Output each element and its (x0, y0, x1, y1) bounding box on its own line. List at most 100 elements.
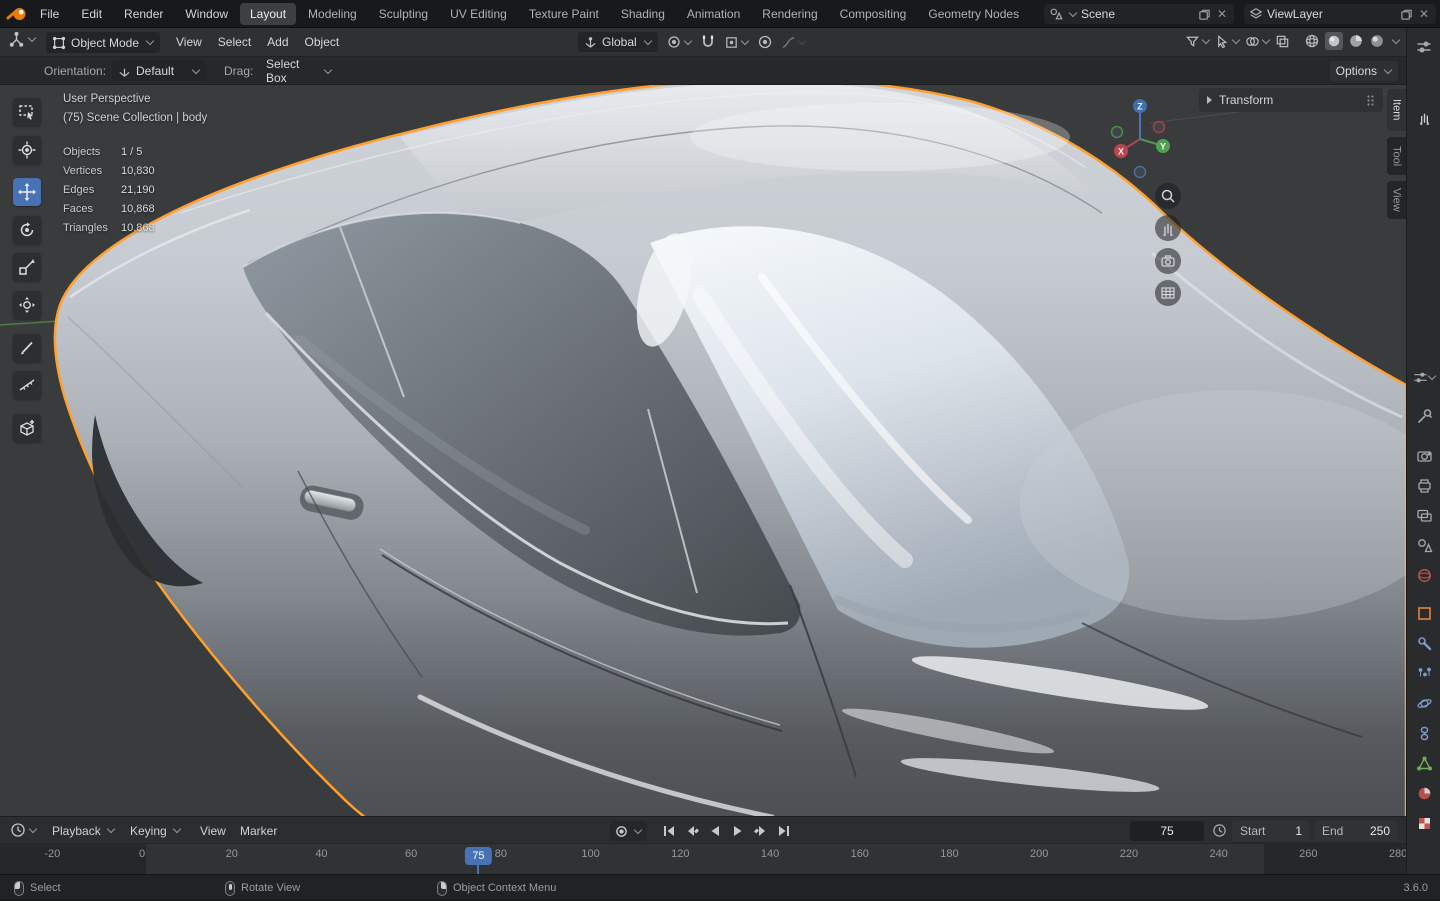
close-icon[interactable]: ✕ (1215, 8, 1229, 20)
tool-cursor[interactable] (13, 136, 41, 164)
orientation-dropdown[interactable]: Default (112, 61, 206, 81)
menu-playback[interactable]: Playback (44, 820, 123, 841)
new-view-layer-icon[interactable] (1400, 8, 1413, 21)
jump-to-start-button[interactable] (658, 820, 679, 841)
current-frame-field[interactable]: 75 (1130, 821, 1204, 841)
menu-marker[interactable]: Marker (232, 820, 285, 841)
tool-transform[interactable] (13, 291, 41, 319)
ortho-toggle-button[interactable] (1155, 280, 1181, 306)
tab-view-layer-properties[interactable] (1414, 504, 1434, 526)
snap-target-dropdown[interactable] (724, 35, 749, 50)
menu-keying[interactable]: Keying (122, 820, 189, 841)
tab-particle-properties[interactable] (1414, 662, 1434, 684)
viewport-canvas[interactable] (0, 85, 1406, 816)
tab-rendering[interactable]: Rendering (752, 3, 827, 25)
prev-keyframe-button[interactable] (681, 820, 702, 841)
tab-output-properties[interactable] (1414, 474, 1434, 496)
menu-file[interactable]: File (30, 4, 69, 24)
tab-shading[interactable]: Shading (611, 3, 675, 25)
tool-scale[interactable] (13, 253, 41, 281)
menu-add[interactable]: Add (259, 31, 296, 53)
close-icon[interactable]: ✕ (1417, 8, 1431, 20)
scene-selector[interactable]: Scene ✕ (1044, 4, 1234, 24)
properties-tab-selector[interactable] (1413, 366, 1436, 388)
menu-select[interactable]: Select (210, 31, 259, 53)
tab-layout[interactable]: Layout (240, 3, 297, 25)
menu-view[interactable]: View (168, 31, 210, 53)
next-keyframe-button[interactable] (750, 820, 771, 841)
sidebar-tab-tool[interactable]: Tool (1387, 137, 1406, 175)
falloff-dropdown[interactable] (781, 35, 806, 50)
show-gizmo-dropdown[interactable] (1215, 34, 1241, 49)
playhead-chip[interactable]: 75 (465, 847, 492, 865)
tab-animation[interactable]: Animation (677, 3, 750, 25)
menu-render[interactable]: Render (114, 4, 173, 24)
show-overlays-dropdown[interactable] (1245, 34, 1271, 49)
hand-icon[interactable] (1414, 106, 1434, 128)
view-layer-selector[interactable]: ViewLayer ✕ (1244, 4, 1436, 24)
transform-orientation-dropdown[interactable]: Global (578, 32, 658, 52)
sidebar-tab-view[interactable]: View (1387, 181, 1406, 219)
proportional-editing-icon[interactable] (757, 34, 773, 50)
zoom-button[interactable] (1155, 183, 1181, 209)
tab-render-properties[interactable] (1414, 444, 1434, 466)
auto-keying-toggle[interactable] (610, 821, 647, 841)
camera-view-button[interactable] (1155, 248, 1181, 274)
tab-physics-properties[interactable] (1414, 692, 1434, 714)
snap-magnet-icon[interactable] (700, 34, 716, 50)
tab-modifier-properties[interactable] (1414, 632, 1434, 654)
tool-move[interactable] (13, 178, 41, 206)
drag-dropdown[interactable]: Select Box (260, 57, 338, 85)
tab-texture-properties[interactable] (1414, 812, 1434, 834)
tool-select-box[interactable] (13, 98, 41, 126)
shading-wireframe-icon[interactable] (1304, 33, 1320, 49)
shading-rendered-icon[interactable] (1369, 33, 1385, 49)
transform-panel-header[interactable]: Transform (1199, 88, 1383, 112)
tab-tool-properties[interactable] (1414, 405, 1434, 427)
menu-window[interactable]: Window (175, 4, 238, 24)
frame-end-field[interactable]: End 250 (1314, 821, 1398, 841)
menu-tl-view[interactable]: View (192, 820, 234, 841)
tool-measure[interactable] (13, 371, 41, 399)
timeline-ruler[interactable]: 75 -20 0 20 40 60 80 100 120 140 160 180 200 220 240 2… (0, 844, 1406, 874)
mode-selector[interactable]: Object Mode (46, 32, 161, 53)
tab-object-properties[interactable] (1414, 602, 1434, 624)
navigation-gizmo[interactable]: Z X Y (1100, 97, 1180, 181)
shading-material-icon[interactable] (1348, 33, 1364, 49)
properties-editor-icon[interactable] (1414, 36, 1434, 58)
xray-toggle-icon[interactable] (1275, 34, 1290, 49)
pan-button[interactable] (1155, 215, 1181, 241)
tab-compositing[interactable]: Compositing (830, 3, 917, 25)
shading-solid-button[interactable] (1325, 32, 1343, 50)
menu-object[interactable]: Object (297, 31, 348, 53)
object-visibility-dropdown[interactable] (1185, 34, 1211, 49)
tab-uv-editing[interactable]: UV Editing (440, 3, 517, 25)
tab-world-properties[interactable] (1414, 564, 1434, 586)
play-reverse-button[interactable] (704, 820, 725, 841)
options-dropdown[interactable]: Options (1329, 61, 1398, 81)
tab-scripting[interactable]: Scripting (1031, 3, 1040, 25)
tab-scene-properties[interactable] (1414, 534, 1434, 556)
menu-edit[interactable]: Edit (71, 4, 112, 24)
status-bar: Select Rotate View Object Context Menu 3… (0, 874, 1440, 900)
tab-sculpting[interactable]: Sculpting (369, 3, 438, 25)
pivot-point-dropdown[interactable] (666, 34, 692, 50)
tab-geometry-nodes[interactable]: Geometry Nodes (918, 3, 1029, 25)
tab-material-properties[interactable] (1414, 782, 1434, 804)
tab-texture-paint[interactable]: Texture Paint (519, 3, 609, 25)
new-scene-icon[interactable] (1198, 8, 1211, 21)
tab-object-data-properties[interactable] (1414, 752, 1434, 774)
tool-rotate[interactable] (13, 216, 41, 244)
play-button[interactable] (727, 820, 748, 841)
blender-logo-icon[interactable] (6, 5, 28, 23)
frame-start-field[interactable]: Start 1 (1232, 821, 1310, 841)
sidebar-tab-item[interactable]: Item (1387, 89, 1406, 131)
use-preview-range-icon[interactable] (1212, 823, 1227, 838)
editor-type-button[interactable] (8, 31, 37, 48)
tab-constraint-properties[interactable] (1414, 722, 1434, 744)
tool-add-cube[interactable] (13, 414, 41, 442)
timeline-editor-type-button[interactable] (10, 822, 38, 838)
tool-annotate[interactable] (13, 334, 41, 362)
tab-modeling[interactable]: Modeling (298, 3, 367, 25)
jump-to-end-button[interactable] (773, 820, 794, 841)
